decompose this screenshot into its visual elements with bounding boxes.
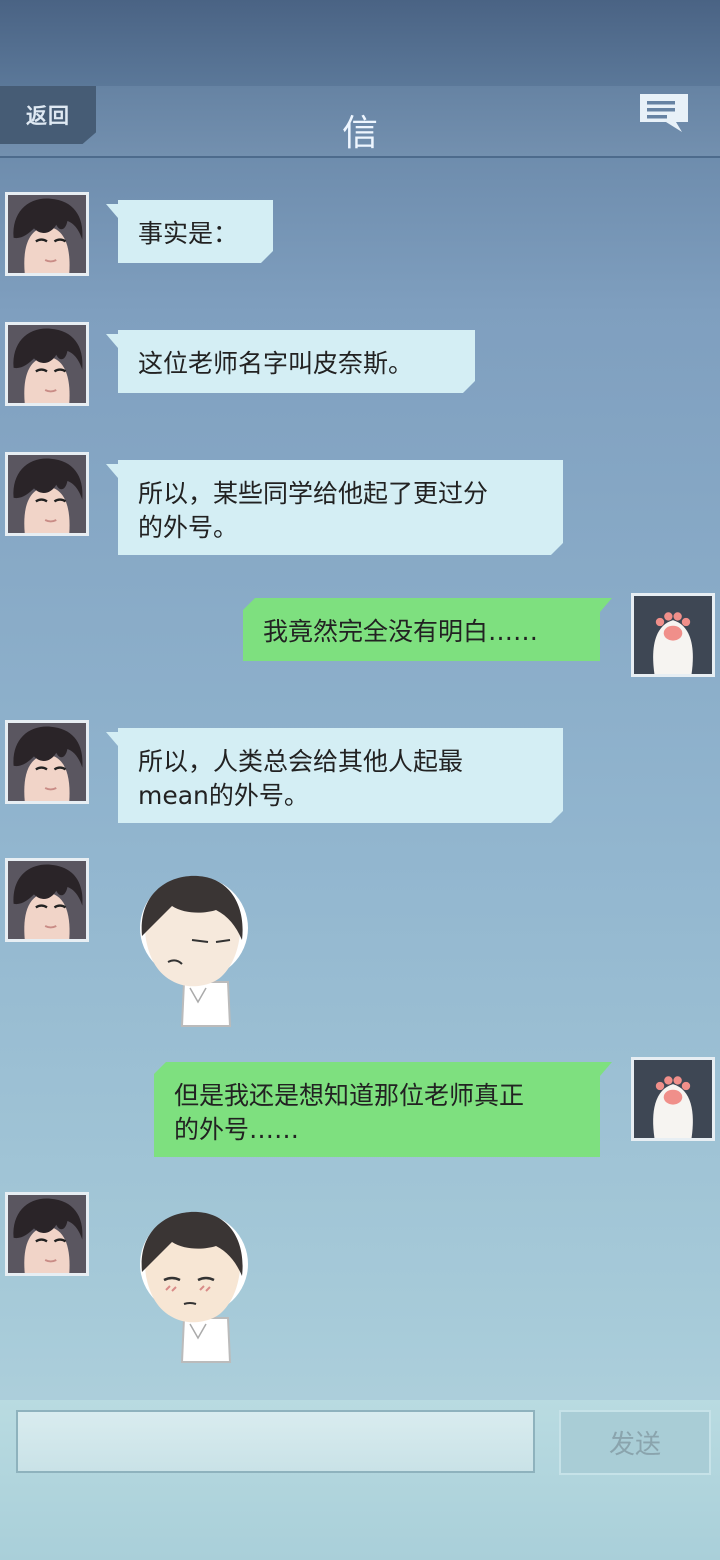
message-input-bar: 发送 bbox=[0, 1400, 720, 1560]
message-bubble-received: 事实是： bbox=[118, 200, 273, 263]
message-text: 事实是： bbox=[138, 219, 239, 248]
message-input[interactable] bbox=[16, 1410, 535, 1473]
message-bubble-received: 所以，某些同学给他起了更过分 的外号。 bbox=[118, 460, 563, 555]
message-bubble-received: 这位老师名字叫皮奈斯。 bbox=[118, 330, 475, 393]
bubble-tail bbox=[600, 598, 612, 612]
boy-sulking-sticker[interactable] bbox=[132, 870, 252, 1030]
user-avatar[interactable] bbox=[631, 593, 715, 677]
contact-avatar[interactable] bbox=[5, 322, 89, 406]
message-text-line: 的外号。 bbox=[138, 513, 239, 542]
contact-avatar[interactable] bbox=[5, 858, 89, 942]
chat-header: 返回 信 bbox=[0, 86, 720, 158]
status-bar-area bbox=[0, 0, 720, 86]
message-text: 这位老师名字叫皮奈斯。 bbox=[138, 349, 414, 378]
chat-bubble-icon[interactable] bbox=[636, 90, 692, 136]
bubble-tail bbox=[106, 464, 118, 478]
boy-blushing-sticker[interactable] bbox=[132, 1206, 252, 1366]
user-avatar[interactable] bbox=[631, 1057, 715, 1141]
message-bubble-sent: 但是我还是想知道那位老师真正 的外号…… bbox=[154, 1062, 600, 1157]
bubble-tail bbox=[106, 204, 118, 218]
message-text-line: 所以，某些同学给他起了更过分 bbox=[138, 479, 489, 508]
bubble-tail bbox=[106, 334, 118, 348]
send-button[interactable]: 发送 bbox=[559, 1410, 711, 1475]
bubble-tail bbox=[106, 732, 118, 746]
message-text-line: 的外号…… bbox=[174, 1115, 300, 1144]
page-title: 信 bbox=[341, 113, 378, 154]
message-text: 我竟然完全没有明白…… bbox=[263, 617, 539, 646]
message-bubble-sent: 我竟然完全没有明白…… bbox=[243, 598, 600, 661]
bubble-tail bbox=[600, 1062, 612, 1076]
message-text-line: mean的外号。 bbox=[138, 781, 309, 810]
contact-avatar[interactable] bbox=[5, 1192, 89, 1276]
message-bubble-received: 所以，人类总会给其他人起最 mean的外号。 bbox=[118, 728, 563, 823]
contact-avatar[interactable] bbox=[5, 720, 89, 804]
contact-avatar[interactable] bbox=[5, 192, 89, 276]
contact-avatar[interactable] bbox=[5, 452, 89, 536]
message-text-line: 但是我还是想知道那位老师真正 bbox=[174, 1081, 525, 1110]
message-text-line: 所以，人类总会给其他人起最 bbox=[138, 747, 464, 776]
